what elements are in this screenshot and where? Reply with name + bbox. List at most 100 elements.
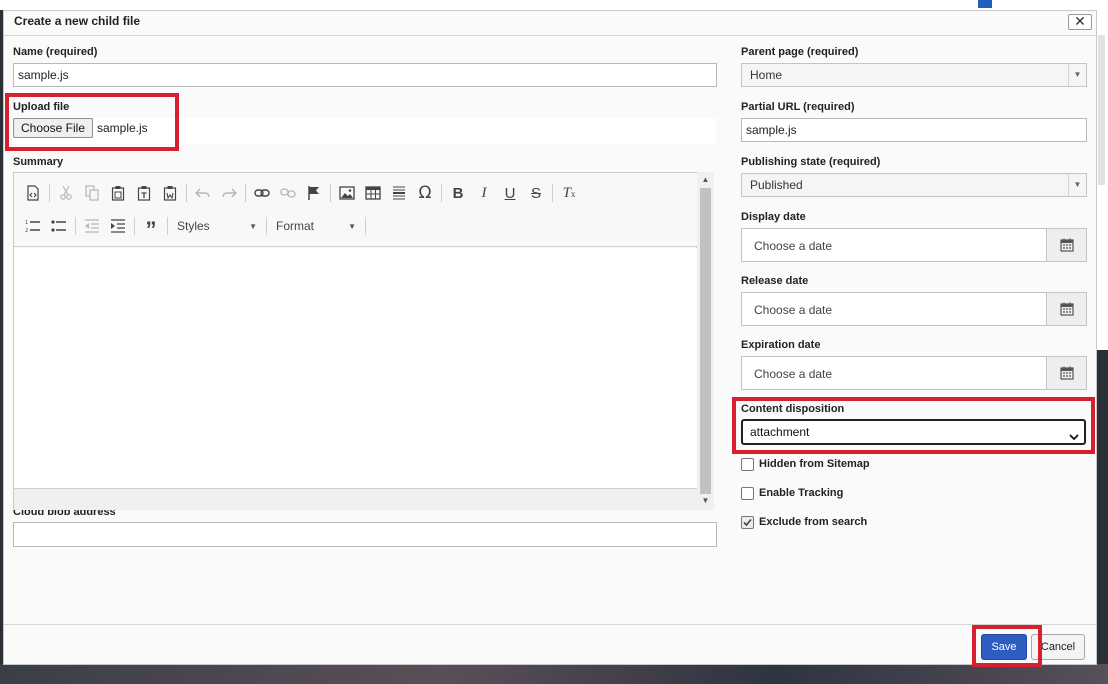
- partial-url-input[interactable]: sample.js: [741, 118, 1087, 142]
- release-date-placeholder: Choose a date: [754, 303, 833, 317]
- toolbar-separator: [441, 184, 442, 202]
- publishing-state-select[interactable]: Published ▼: [741, 173, 1087, 197]
- calendar-icon[interactable]: [1046, 357, 1086, 389]
- copy-icon[interactable]: [79, 180, 105, 206]
- toolbar-separator: [75, 217, 76, 235]
- caret-down-icon: ▼: [348, 221, 356, 231]
- styles-dropdown[interactable]: Styles ▼: [171, 214, 263, 238]
- underline-icon[interactable]: U: [497, 180, 523, 206]
- scrollbar-thumb[interactable]: [700, 188, 711, 494]
- summary-label: Summary: [13, 156, 64, 168]
- title-divider: [4, 35, 1096, 36]
- source-icon[interactable]: [20, 180, 46, 206]
- enable-tracking-checkbox[interactable]: [741, 486, 754, 500]
- format-dropdown[interactable]: Format ▼: [270, 214, 362, 238]
- undo-icon[interactable]: [190, 180, 216, 206]
- expiration-date-placeholder: Choose a date: [754, 367, 833, 381]
- exclude-from-search-row: Exclude from search: [741, 514, 867, 530]
- cut-icon[interactable]: [53, 180, 79, 206]
- name-input[interactable]: sample.js: [13, 63, 717, 87]
- table-icon[interactable]: [360, 180, 386, 206]
- hidden-from-sitemap-row: Hidden from Sitemap: [741, 456, 870, 472]
- image-icon[interactable]: [334, 180, 360, 206]
- hidden-from-sitemap-label: Hidden from Sitemap: [759, 458, 870, 470]
- redo-icon[interactable]: [216, 180, 242, 206]
- content-disposition-label: Content disposition: [741, 403, 845, 415]
- upload-file-label: Upload file: [13, 101, 70, 113]
- dialog-scrollbar[interactable]: [1098, 35, 1105, 185]
- toolbar-separator: [552, 184, 553, 202]
- bold-icon[interactable]: B: [445, 180, 471, 206]
- chevron-down-icon: ▼: [1068, 64, 1086, 86]
- special-char-icon[interactable]: Ω: [412, 180, 438, 206]
- publishing-state-label: Publishing state (required): [741, 156, 881, 168]
- toolbar-separator: [167, 217, 168, 235]
- link-icon[interactable]: [249, 180, 275, 206]
- unlink-icon[interactable]: [275, 180, 301, 206]
- release-date-input[interactable]: Choose a date: [741, 292, 1087, 326]
- svg-text:2: 2: [25, 228, 28, 233]
- enable-tracking-row: Enable Tracking: [741, 485, 843, 501]
- bulleted-list-icon[interactable]: [46, 213, 72, 239]
- scroll-up-icon[interactable]: ▲: [697, 175, 714, 184]
- paste-icon[interactable]: [105, 180, 131, 206]
- content-disposition-select[interactable]: attachment: [741, 419, 1086, 445]
- paste-word-icon[interactable]: [157, 180, 183, 206]
- strikethrough-icon[interactable]: S: [523, 180, 549, 206]
- anchor-flag-icon[interactable]: [301, 180, 327, 206]
- toolbar-separator: [49, 184, 50, 202]
- exclude-from-search-checkbox[interactable]: [741, 515, 754, 529]
- toolbar-row-2: 12 ” Styles ▼ Format ▼: [20, 213, 369, 241]
- display-date-placeholder: Choose a date: [754, 239, 833, 253]
- toolbar-separator: [186, 184, 187, 202]
- styles-dropdown-label: Styles: [177, 219, 210, 233]
- exclude-from-search-label: Exclude from search: [759, 516, 868, 528]
- content-disposition-value: attachment: [750, 425, 810, 439]
- toolbar-separator: [365, 217, 366, 235]
- editor-toolbar: Ω B I U S Tx 12 ” Styles ▼ Format ▼: [14, 173, 698, 247]
- caret-down-icon: ▼: [249, 221, 257, 231]
- selected-file-name: sample.js: [97, 121, 148, 135]
- parent-page-select[interactable]: Home ▼: [741, 63, 1087, 87]
- background-accent: [978, 0, 992, 8]
- paste-text-icon[interactable]: [131, 180, 157, 206]
- chevron-down-icon: ▼: [1068, 174, 1086, 196]
- parent-page-label: Parent page (required): [741, 46, 859, 58]
- summary-editor-content[interactable]: [14, 248, 698, 488]
- blockquote-icon[interactable]: ”: [138, 213, 164, 241]
- remove-format-icon[interactable]: Tx: [556, 180, 582, 206]
- release-date-label: Release date: [741, 275, 809, 287]
- expiration-date-input[interactable]: Choose a date: [741, 356, 1087, 390]
- checkmark-icon: [743, 518, 752, 526]
- display-date-input[interactable]: Choose a date: [741, 228, 1087, 262]
- partial-url-label: Partial URL (required): [741, 101, 855, 113]
- calendar-icon[interactable]: [1046, 229, 1086, 261]
- svg-text:1: 1: [25, 220, 28, 226]
- editor-status-bar: [14, 488, 698, 510]
- save-button[interactable]: Save: [981, 634, 1027, 660]
- decrease-indent-icon[interactable]: [79, 213, 105, 239]
- expiration-date-label: Expiration date: [741, 339, 821, 351]
- toolbar-separator: [245, 184, 246, 202]
- calendar-icon[interactable]: [1046, 293, 1086, 325]
- chevron-down-icon: [1069, 426, 1079, 448]
- cancel-button[interactable]: Cancel: [1031, 634, 1085, 660]
- toolbar-row-1: Ω B I U S Tx: [20, 180, 582, 206]
- summary-editor: Ω B I U S Tx 12 ” Styles ▼ Format ▼: [13, 172, 698, 510]
- toolbar-separator: [266, 217, 267, 235]
- scroll-down-icon[interactable]: ▼: [697, 496, 714, 505]
- hidden-from-sitemap-checkbox[interactable]: [741, 457, 754, 471]
- italic-icon[interactable]: I: [471, 180, 497, 206]
- publishing-state-value: Published: [750, 178, 803, 192]
- editor-scrollbar[interactable]: ▲ ▼: [697, 172, 714, 510]
- cloud-blob-input[interactable]: [13, 522, 717, 547]
- toolbar-separator: [330, 184, 331, 202]
- increase-indent-icon[interactable]: [105, 213, 131, 239]
- display-date-label: Display date: [741, 211, 806, 223]
- parent-page-value: Home: [750, 68, 783, 82]
- choose-file-button[interactable]: Choose File: [13, 118, 93, 138]
- toolbar-separator: [134, 217, 135, 235]
- close-button[interactable]: ✕: [1068, 14, 1092, 30]
- horizontal-line-icon[interactable]: [386, 180, 412, 206]
- numbered-list-icon[interactable]: 12: [20, 213, 46, 239]
